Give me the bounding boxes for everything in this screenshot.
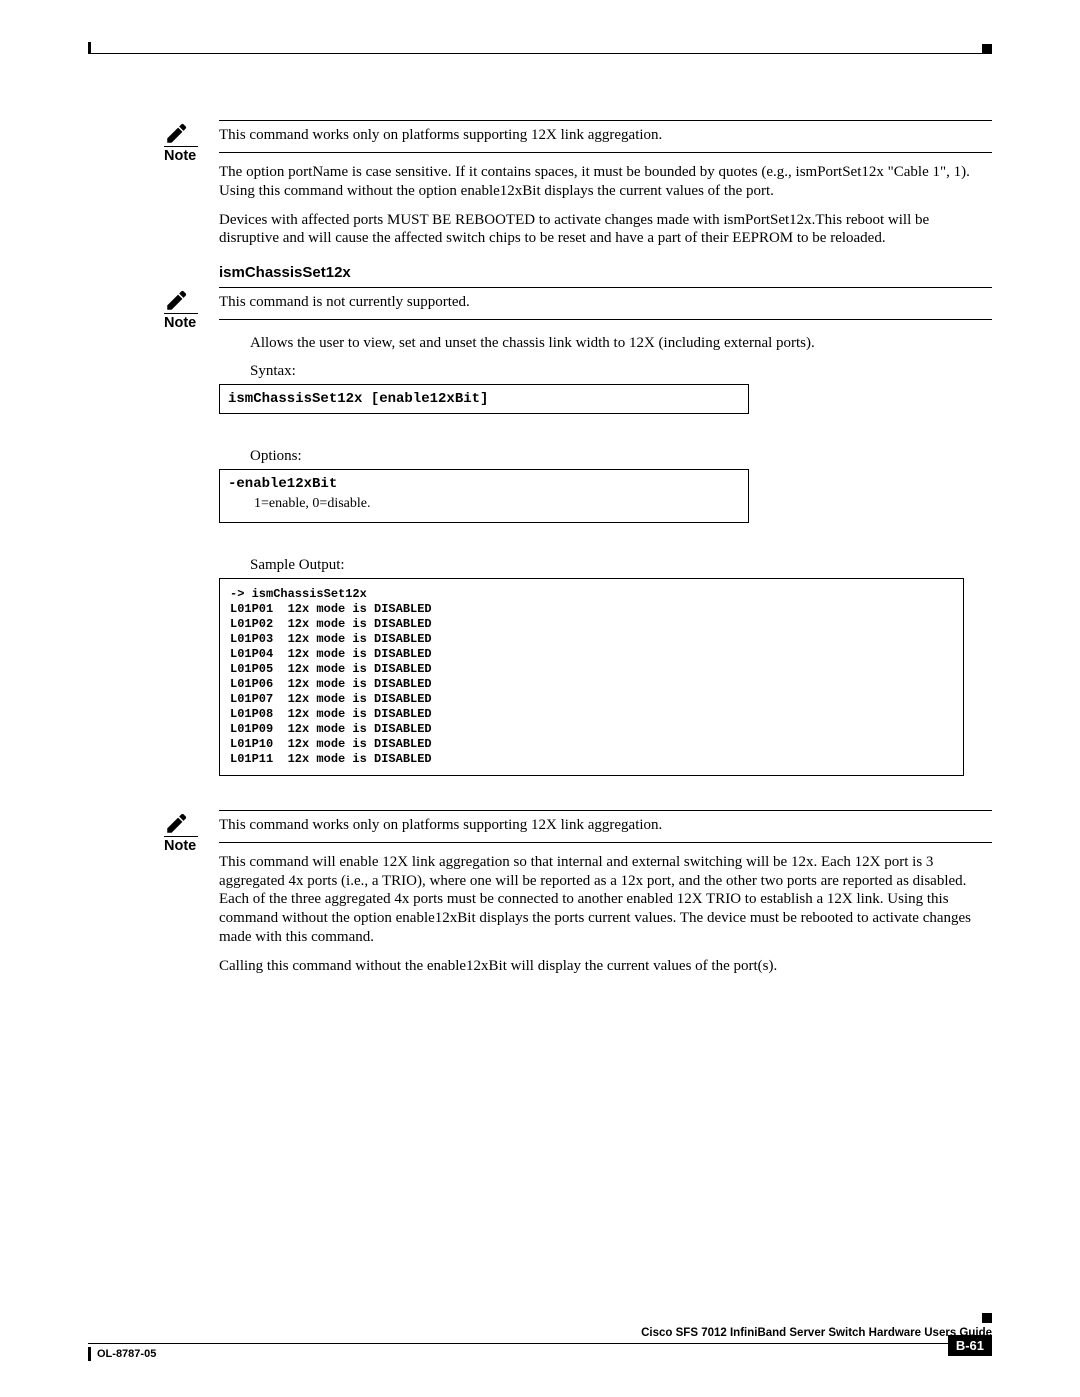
note-block-1: Note This command works only on platform… <box>164 120 992 153</box>
footer-square-icon <box>982 1313 992 1323</box>
note-label: Note <box>164 838 196 854</box>
note-text: This command works only on platforms sup… <box>219 120 992 153</box>
note-block-2: Note This command is not currently suppo… <box>164 287 992 320</box>
content-column: Note This command works only on platform… <box>164 120 992 985</box>
note-label: Note <box>164 148 196 164</box>
paragraph: Calling this command without the enable1… <box>219 957 992 976</box>
page-footer: Cisco SFS 7012 InfiniBand Server Switch … <box>88 1327 992 1361</box>
pencil-icon <box>164 810 192 838</box>
syntax-box: ismChassisSet12x [enable12xBit] <box>219 384 749 414</box>
note-text: This command works only on platforms sup… <box>219 810 992 843</box>
footer-guide-title: Cisco SFS 7012 InfiniBand Server Switch … <box>88 1327 992 1339</box>
top-rule <box>88 42 992 54</box>
sample-output-box: -> ismChassisSet12x L01P01 12x mode is D… <box>219 578 964 776</box>
paragraph: The option portName is case sensitive. I… <box>219 163 992 201</box>
note-label: Note <box>164 315 196 331</box>
option-description: 1=enable, 0=disable. <box>254 496 740 512</box>
option-name: -enable12xBit <box>228 476 740 492</box>
options-label: Options: <box>250 448 992 465</box>
sample-output-label: Sample Output: <box>250 557 992 574</box>
pencil-icon <box>164 287 192 315</box>
page: Note This command works only on platform… <box>0 0 1080 1397</box>
note-block-3: Note This command works only on platform… <box>164 810 992 843</box>
footer-tick-icon <box>88 1347 91 1361</box>
page-number-badge: B-61 <box>948 1335 992 1356</box>
paragraph: Devices with affected ports MUST BE REBO… <box>219 211 992 249</box>
pencil-icon <box>164 120 192 148</box>
section-heading-ismchassisset12x: ismChassisSet12x <box>219 264 992 281</box>
paragraph: Allows the user to view, set and unset t… <box>250 334 992 353</box>
syntax-label: Syntax: <box>250 363 992 380</box>
options-box: -enable12xBit 1=enable, 0=disable. <box>219 469 749 523</box>
footer-doc-number: OL-8787-05 <box>97 1348 156 1360</box>
paragraph: This command will enable 12X link aggreg… <box>219 853 992 947</box>
note-text: This command is not currently supported. <box>219 287 992 320</box>
